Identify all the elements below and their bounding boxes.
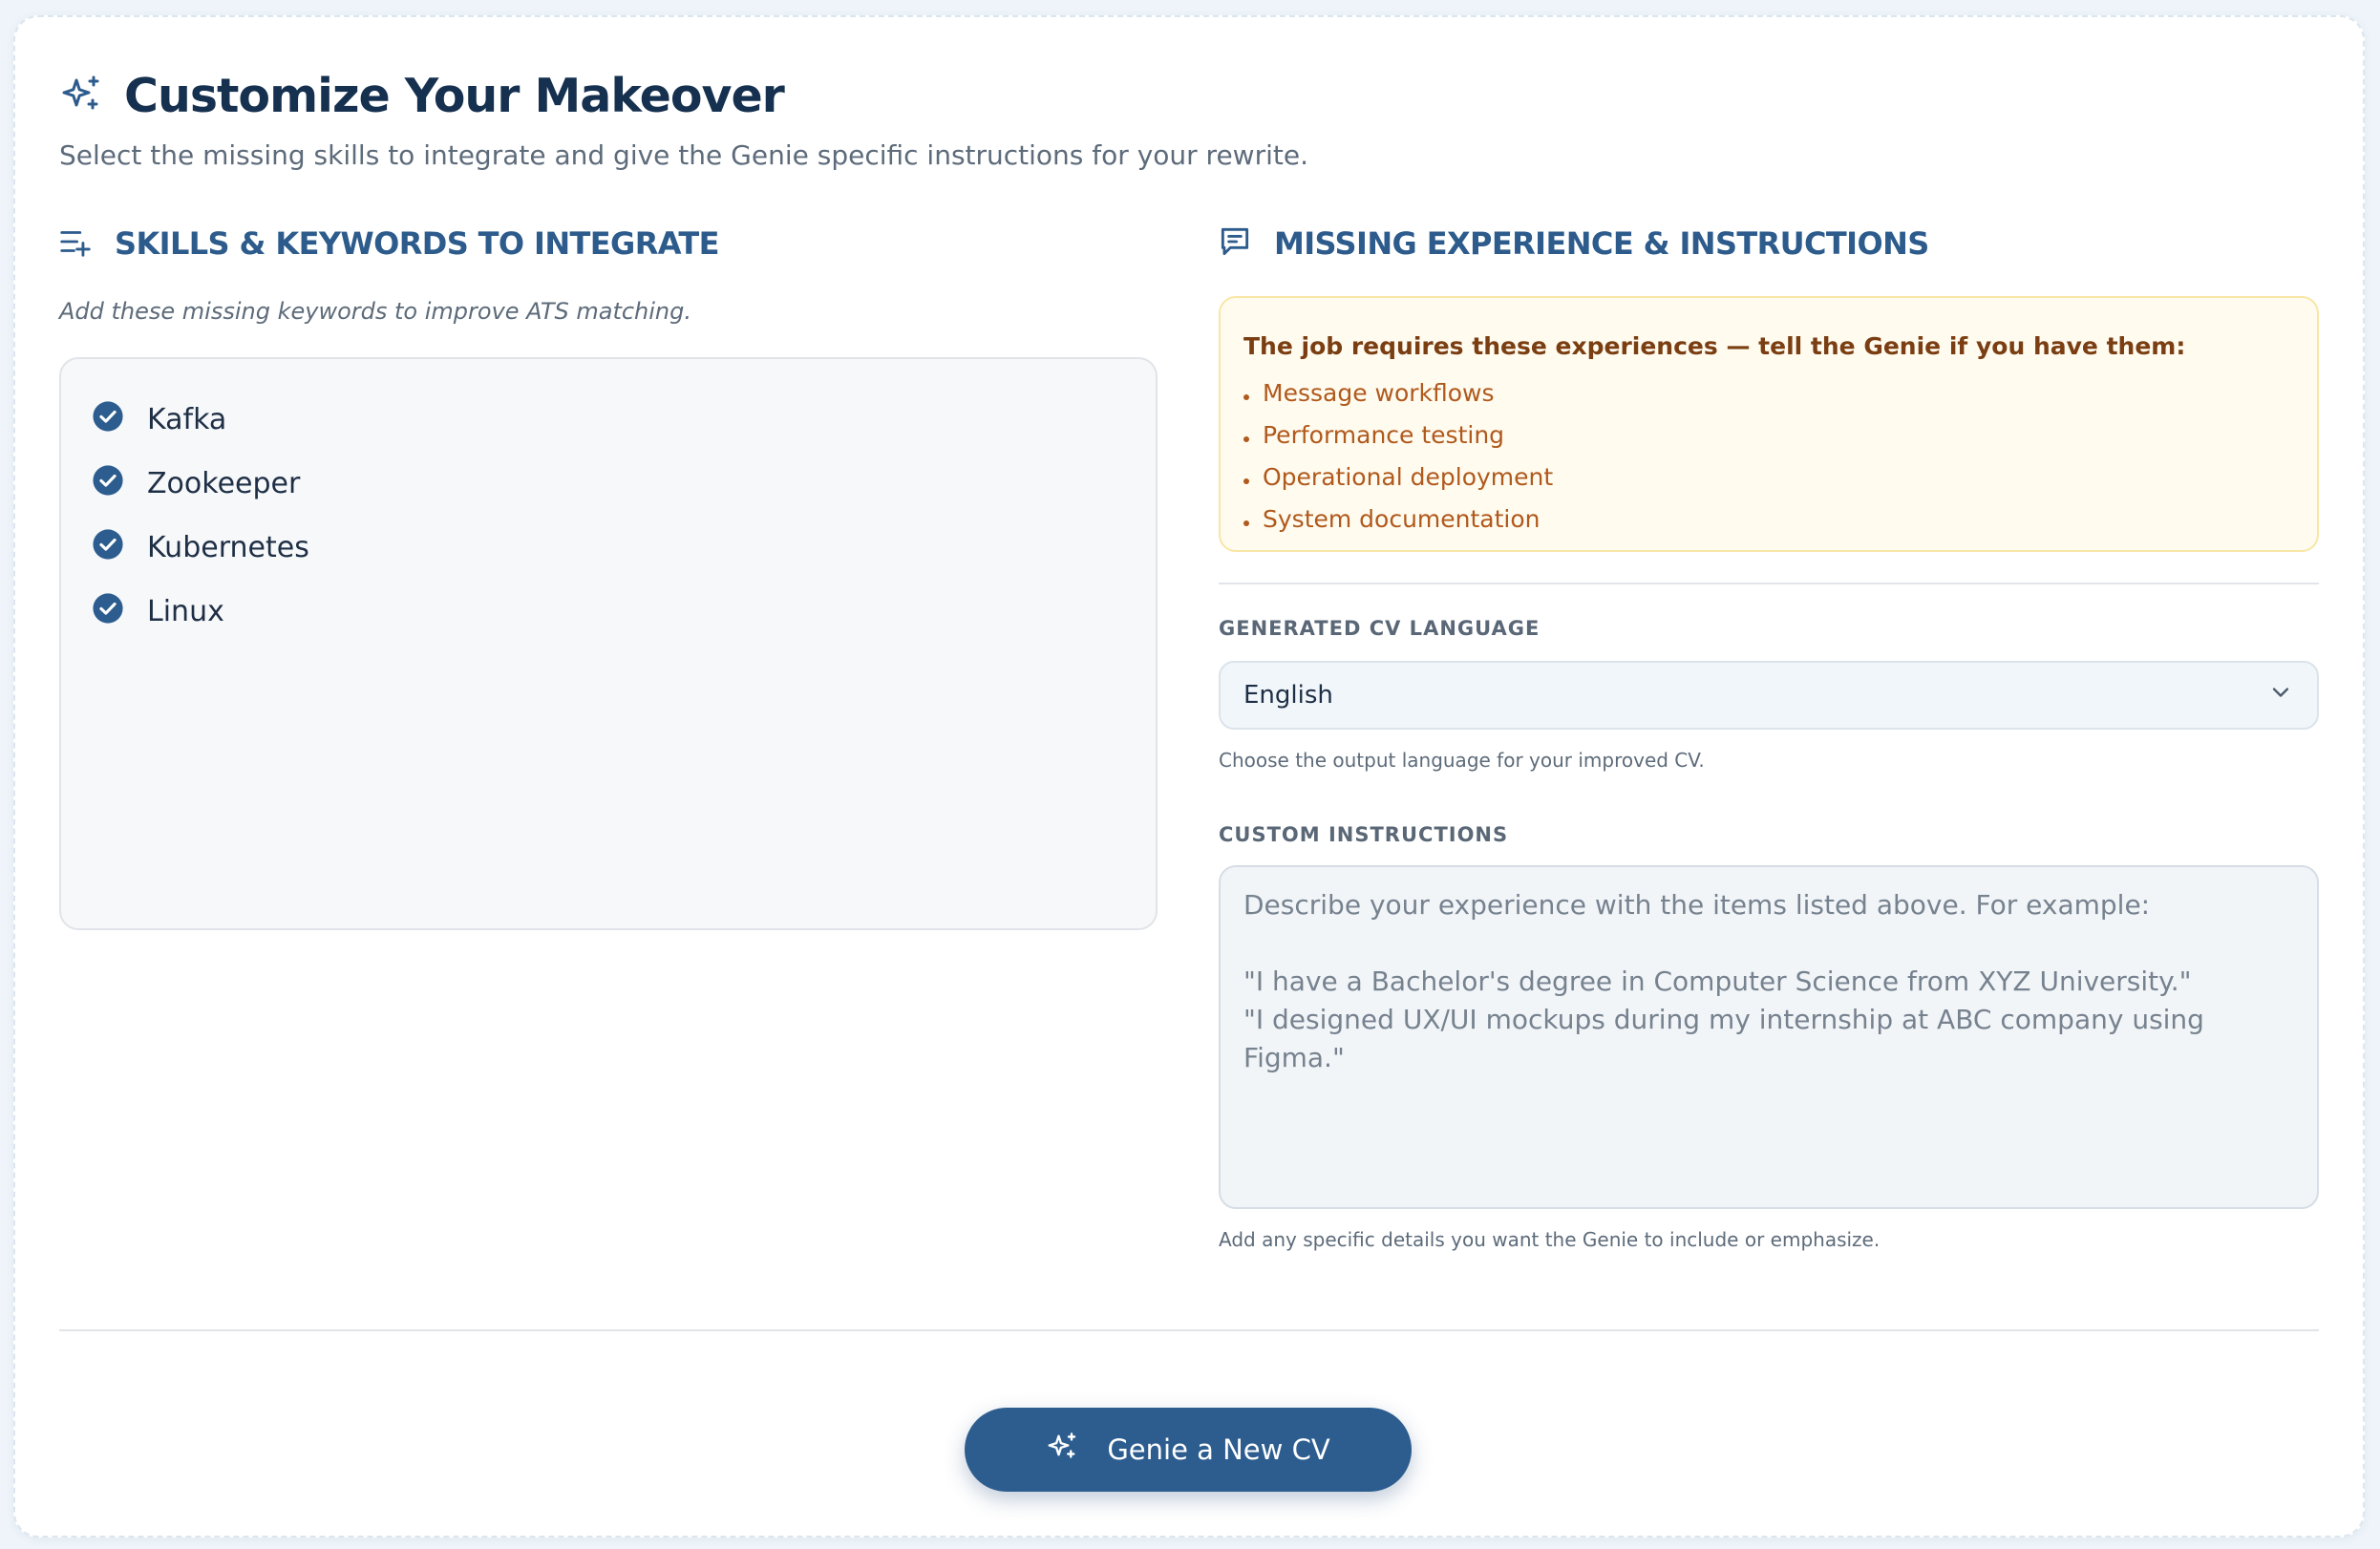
sparkles-icon — [1046, 1430, 1080, 1471]
instructions-label: CUSTOM INSTRUCTIONS — [1219, 823, 1509, 846]
skill-label: Kafka — [147, 403, 227, 436]
language-label: GENERATED CV LANGUAGE — [1219, 617, 1541, 640]
list-item: Performance testing — [1243, 414, 2294, 456]
divider — [1219, 583, 2319, 584]
missing-experience-notice: The job requires these experiences — tel… — [1219, 296, 2319, 552]
skills-section-title: SKILLS & KEYWORDS TO INTEGRATE — [115, 225, 720, 262]
language-select[interactable]: English — [1219, 661, 2319, 730]
check-circle-icon — [92, 528, 124, 568]
skill-label: Linux — [147, 595, 224, 628]
notice-title: The job requires these experiences — tel… — [1243, 332, 2186, 360]
page-subtitle: Select the missing skills to integrate a… — [59, 139, 1308, 171]
experience-list: Message workflows Performance testing Op… — [1243, 371, 2294, 540]
language-help: Choose the output language for your impr… — [1219, 749, 1705, 772]
skill-item-kafka[interactable]: Kafka — [92, 388, 1125, 452]
experience-section-header: MISSING EXPERIENCE & INSTRUCTIONS — [1217, 223, 1929, 264]
language-selected-value: English — [1243, 681, 1333, 710]
skill-item-kubernetes[interactable]: Kubernetes — [92, 516, 1125, 580]
skill-label: Zookeeper — [147, 467, 301, 500]
divider — [59, 1329, 2319, 1331]
genie-new-cv-button[interactable]: Genie a New CV — [965, 1408, 1412, 1492]
list-item: Message workflows — [1243, 371, 2294, 414]
header: Customize Your Makeover — [59, 69, 785, 123]
cta-label: Genie a New CV — [1107, 1433, 1330, 1466]
check-circle-icon — [92, 464, 124, 504]
instructions-help: Add any specific details you want the Ge… — [1219, 1228, 1881, 1251]
chat-icon — [1217, 223, 1253, 264]
skills-hint: Add these missing keywords to improve AT… — [59, 298, 692, 325]
skill-label: Kubernetes — [147, 531, 309, 564]
list-item: Operational deployment — [1243, 456, 2294, 498]
custom-instructions-textarea[interactable] — [1219, 865, 2319, 1209]
list-item: System documentation — [1243, 498, 2294, 540]
experience-section-title: MISSING EXPERIENCE & INSTRUCTIONS — [1274, 225, 1929, 262]
check-circle-icon — [92, 400, 124, 440]
skills-section-header: SKILLS & KEYWORDS TO INTEGRATE — [57, 223, 720, 264]
list-add-icon — [57, 223, 94, 264]
sparkles-icon — [59, 72, 105, 121]
skill-item-linux[interactable]: Linux — [92, 580, 1125, 644]
page-title: Customize Your Makeover — [124, 69, 785, 123]
skills-list: Kafka Zookeeper Kubernetes Linux — [59, 357, 1158, 930]
chevron-down-icon — [2267, 679, 2294, 712]
skill-item-zookeeper[interactable]: Zookeeper — [92, 452, 1125, 516]
check-circle-icon — [92, 592, 124, 632]
